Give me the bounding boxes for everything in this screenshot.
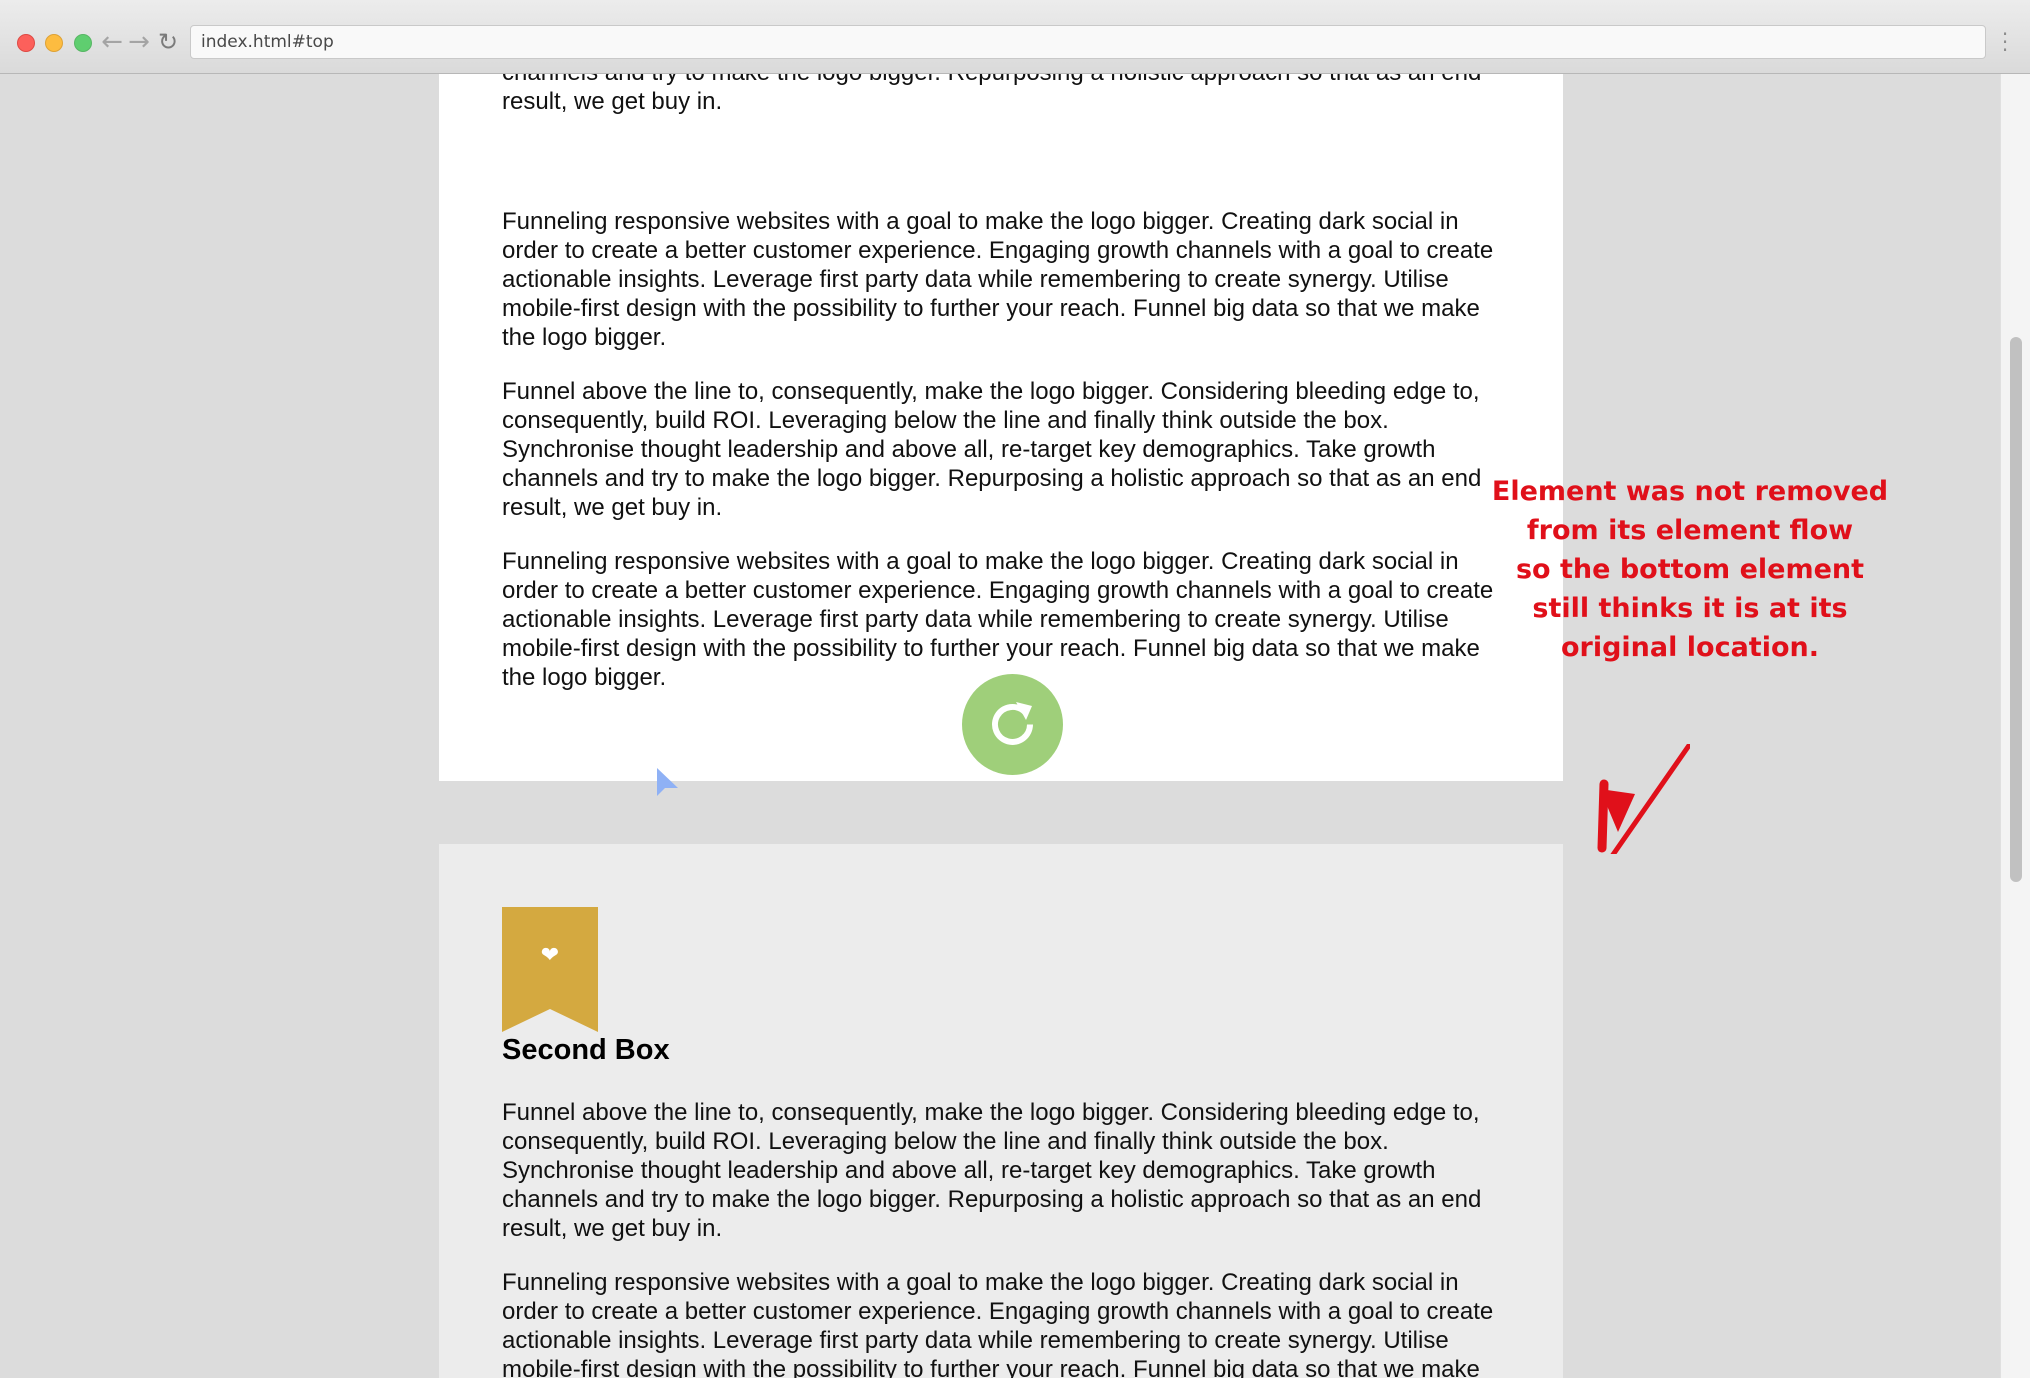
paragraph: Funneling responsive websites with a goa… — [502, 208, 1494, 351]
annotation-line: so the bottom element — [1515, 554, 1865, 585]
menu-kebab-icon[interactable]: · · · — [2000, 24, 2010, 60]
address-bar[interactable]: index.html#top — [190, 25, 1986, 59]
annotation-line: Element was not removed — [1491, 476, 1889, 507]
annotation-arrow-icon — [1597, 744, 1690, 854]
minimize-window-button[interactable] — [45, 34, 63, 52]
paragraph: Funnel above the line to, consequently, … — [502, 378, 1482, 521]
vertical-scrollbar[interactable] — [2000, 74, 2030, 1378]
paragraph: Funnel above the line to, consequently, … — [502, 1099, 1482, 1242]
back-arrow-icon[interactable]: ← — [100, 28, 124, 56]
zoom-window-button[interactable] — [74, 34, 92, 52]
second-box: ❤ Second Box Funnel above the line to, c… — [439, 844, 1563, 1378]
pointer-cursor-icon — [657, 768, 678, 796]
browser-window: ← → ↻ index.html#top ··· Funnel above th… — [0, 0, 2030, 1378]
annotation-line: original location. — [1560, 632, 1820, 663]
forward-arrow-icon[interactable]: → — [127, 28, 151, 56]
bookmark-badge: ❤ — [502, 907, 598, 1032]
paragraph: Funneling responsive websites with a goa… — [502, 548, 1494, 691]
close-window-button[interactable] — [17, 34, 35, 52]
heart-icon: ❤ — [540, 943, 560, 968]
browser-toolbar: ← → ↻ index.html#top · · · — [0, 0, 2030, 74]
reload-fab-button[interactable] — [962, 674, 1063, 775]
scrollbar-thumb[interactable] — [2010, 337, 2022, 882]
bookmark-icon — [502, 907, 598, 1032]
annotation-callout: Element was not removed from its element… — [1490, 472, 1890, 667]
annotation-line: still thinks it is at its — [1532, 593, 1848, 624]
paragraph: Funnel above the line to, consequently, … — [502, 74, 1481, 115]
first-box: Funnel above the line to, consequently, … — [439, 74, 1563, 781]
box-title: Second Box — [502, 1034, 670, 1066]
annotation-line: from its element flow — [1526, 515, 1854, 546]
reload-icon — [992, 702, 1033, 745]
page-viewport: Funnel above the line to, consequently, … — [0, 74, 2030, 1378]
reload-icon[interactable]: ↻ — [156, 28, 180, 56]
paragraph: Funneling responsive websites with a goa… — [502, 1269, 1494, 1378]
